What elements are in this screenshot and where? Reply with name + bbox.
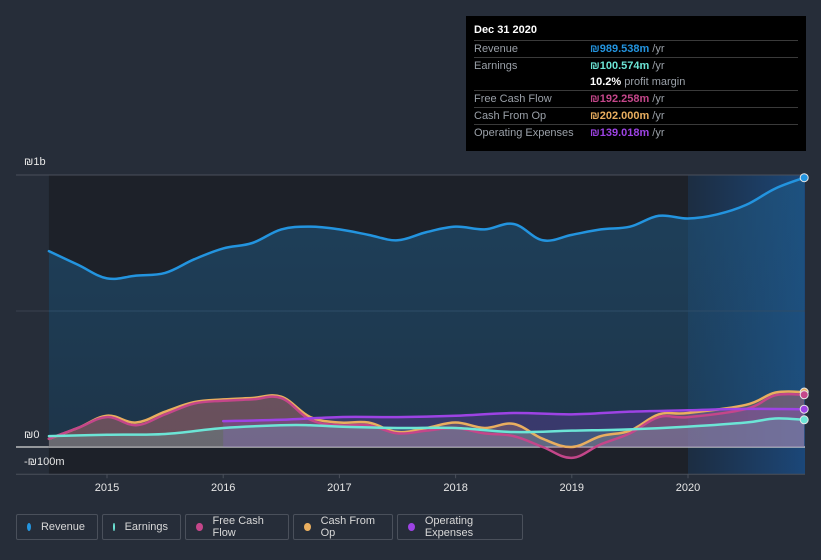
legend-item-cash-from-op[interactable]: Cash From Op [293,514,393,540]
x-tick-label-2019: 2019 [560,482,584,494]
legend-item-revenue[interactable]: Revenue [16,514,98,540]
legend-label: Cash From Op [320,515,375,539]
tooltip-date: Dec 31 2020 [474,24,798,41]
legend-dot-icon [113,523,115,531]
revenue-end-marker [799,173,809,183]
tooltip-unit: /yr [652,110,665,122]
legend-label: Operating Expenses [424,515,474,539]
tooltip-unit: /yr [652,127,665,139]
tooltip-unit: /yr [652,60,665,72]
tooltip-value: ₪989.538m [590,43,650,55]
tooltip-row-earnings: Earnings ₪100.574m /yr [474,58,798,74]
legend-dot-icon [196,523,203,531]
x-tick-label-2016: 2016 [211,482,235,494]
tooltip-value: ₪100.574m [590,60,650,72]
earnings-end-marker [799,415,809,425]
legend-label: Revenue [40,521,85,533]
x-tick-label-2020: 2020 [676,482,700,494]
legend-dot-icon [408,523,415,531]
legend-item-operating-expenses[interactable]: Operating Expenses [397,514,523,540]
legend: Revenue Earnings Free Cash Flow Cash Fro… [16,514,523,540]
tooltip: Dec 31 2020 Revenue ₪989.538m /yr Earnin… [466,16,806,151]
tooltip-label: Operating Expenses [474,127,574,139]
legend-dot-icon [304,523,311,531]
profit-margin-value: 10.2% [590,76,622,88]
legend-label: Earnings [124,521,168,533]
legend-label: Free Cash Flow [212,515,264,539]
operating-expenses-end-marker [799,404,809,414]
y-tick-label-neg100m: -₪100m [24,456,65,468]
tooltip-unit: /yr [652,43,665,55]
free-cash-flow-end-marker [799,390,809,400]
legend-dot-icon [27,523,31,531]
tooltip-row-operating-expenses: Operating Expenses ₪139.018m /yr [474,125,798,141]
profit-margin-label: profit margin [624,76,686,88]
tooltip-label: Revenue [474,43,519,55]
legend-item-free-cash-flow[interactable]: Free Cash Flow [185,514,289,540]
tooltip-value: ₪139.018m [590,127,650,139]
tooltip-label: Earnings [474,60,518,72]
tooltip-spacer [474,74,590,90]
tooltip-row-revenue: Revenue ₪989.538m /yr [474,41,798,58]
tooltip-value: ₪202.000m [590,110,650,122]
x-tick-label-2015: 2015 [95,482,119,494]
tooltip-value: ₪192.258m [590,93,650,105]
tooltip-unit: /yr [652,93,665,105]
legend-item-earnings[interactable]: Earnings [102,514,181,540]
y-tick-label-0: ₪0 [24,429,40,441]
tooltip-label: Free Cash Flow [474,93,552,105]
tooltip-row-cash-from-op: Cash From Op ₪202.000m /yr [474,108,798,125]
tooltip-row-free-cash-flow: Free Cash Flow ₪192.258m /yr [474,91,798,108]
x-tick-label-2017: 2017 [327,482,351,494]
x-tick-label-2018: 2018 [443,482,467,494]
tooltip-row-profit-margin: 10.2% profit margin [474,74,798,91]
y-tick-label-1b: ₪1b [24,156,46,168]
tooltip-label: Cash From Op [474,110,547,122]
